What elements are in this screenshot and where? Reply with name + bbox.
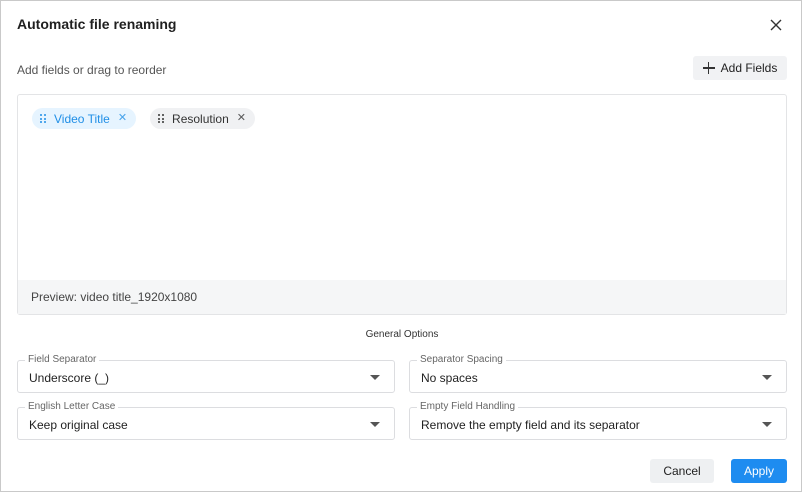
chevron-down-icon: [762, 422, 772, 427]
empty-field-handling-label: Empty Field Handling: [417, 401, 519, 413]
close-button[interactable]: [765, 14, 787, 36]
field-chip-video-title[interactable]: Video Title ✕: [32, 108, 137, 129]
reorder-hint: Add fields or drag to reorder: [17, 63, 167, 77]
add-fields-button[interactable]: Add Fields: [693, 56, 787, 80]
empty-field-handling-value: Remove the empty field and its separator: [421, 418, 640, 432]
dialog-title: Automatic file renaming: [17, 16, 177, 32]
field-drop-area[interactable]: Video Title ✕ Resolution ✕ Preview: vide…: [17, 94, 787, 315]
field-chip-label: Video Title: [54, 111, 110, 126]
chevron-down-icon: [370, 375, 380, 380]
drag-handle-icon[interactable]: [158, 114, 165, 123]
remove-chip-icon[interactable]: ✕: [237, 113, 246, 124]
filename-preview: Preview: video title_1920x1080: [18, 280, 786, 314]
cancel-button[interactable]: Cancel: [650, 459, 714, 483]
plus-icon: [702, 62, 715, 74]
letter-case-label: English Letter Case: [25, 401, 119, 413]
letter-case-value: Keep original case: [29, 418, 128, 432]
chevron-down-icon: [762, 375, 772, 380]
rename-dialog: Automatic file renaming Add fields or dr…: [0, 0, 802, 492]
remove-chip-icon[interactable]: ✕: [118, 113, 127, 124]
chevron-down-icon: [370, 422, 380, 427]
close-icon: [770, 19, 782, 31]
field-chip-list: Video Title ✕ Resolution ✕: [32, 108, 255, 129]
drag-handle-icon[interactable]: [40, 114, 46, 123]
separator-spacing-select[interactable]: Separator Spacing No spaces: [409, 354, 787, 393]
field-separator-value: Underscore (_): [29, 371, 110, 385]
letter-case-select[interactable]: English Letter Case Keep original case: [17, 401, 395, 440]
general-options-title: General Options: [365, 329, 439, 340]
field-chip-resolution[interactable]: Resolution ✕: [150, 108, 255, 129]
apply-button[interactable]: Apply: [731, 459, 787, 483]
separator-spacing-label: Separator Spacing: [417, 354, 506, 366]
add-fields-label: Add Fields: [720, 61, 778, 75]
separator-spacing-value: No spaces: [421, 371, 478, 385]
field-separator-label: Field Separator: [25, 354, 100, 366]
field-separator-select[interactable]: Field Separator Underscore (_): [17, 354, 395, 393]
empty-field-handling-select[interactable]: Empty Field Handling Remove the empty fi…: [409, 401, 787, 440]
field-chip-label: Resolution: [172, 111, 229, 126]
